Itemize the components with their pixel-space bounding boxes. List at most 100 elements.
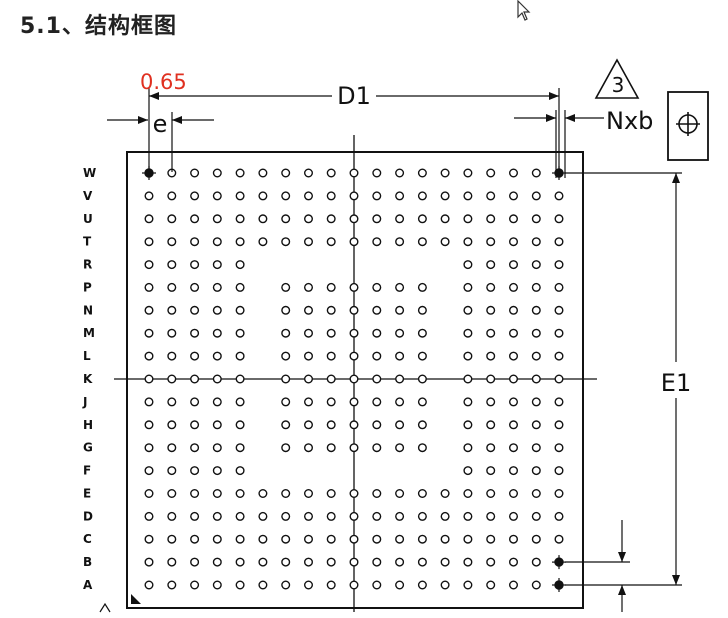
solder-ball-J13: [417, 397, 427, 407]
solder-ball-J15: [463, 397, 473, 407]
solder-ball-K3: [190, 374, 200, 384]
solder-ball-L18: [531, 351, 541, 361]
d1-label: D1: [337, 82, 371, 110]
solder-ball-P12: [395, 282, 405, 292]
solder-ball-U3: [190, 214, 200, 224]
solder-ball-F19: [554, 466, 564, 476]
row-label-R: R: [83, 258, 92, 272]
solder-ball-A1: [144, 580, 154, 590]
row-label-H: H: [83, 418, 93, 432]
solder-ball-A8: [304, 580, 314, 590]
solder-ball-P11: [372, 282, 382, 292]
solder-ball-H18: [531, 420, 541, 430]
solder-ball-U7: [281, 214, 291, 224]
solder-ball-A6: [258, 580, 268, 590]
row-label-T: T: [83, 235, 92, 249]
solder-ball-U18: [531, 214, 541, 224]
solder-ball-T9: [326, 237, 336, 247]
solder-ball-G9: [326, 443, 336, 453]
solder-ball-M13: [417, 328, 427, 338]
solder-ball-E19: [554, 489, 564, 499]
solder-ball-D14: [440, 511, 450, 521]
solder-ball-N10: [349, 305, 359, 315]
solder-ball-E1: [144, 489, 154, 499]
solder-ball-W11: [372, 168, 382, 178]
solder-ball-A12: [395, 580, 405, 590]
solder-ball-T14: [440, 237, 450, 247]
solder-ball-C1: [144, 534, 154, 544]
solder-ball-E2: [167, 489, 177, 499]
solder-ball-D1: [144, 511, 154, 521]
solder-ball-G4: [212, 443, 222, 453]
solder-ball-D3: [190, 511, 200, 521]
solder-ball-A4: [212, 580, 222, 590]
solder-ball-C10: [349, 534, 359, 544]
solder-ball-T7: [281, 237, 291, 247]
solder-ball-W17: [509, 168, 519, 178]
solder-ball-L17: [509, 351, 519, 361]
solder-ball-D4: [212, 511, 222, 521]
solder-ball-M1: [144, 328, 154, 338]
solder-ball-L19: [554, 351, 564, 361]
solder-ball-M8: [304, 328, 314, 338]
solder-ball-T16: [486, 237, 496, 247]
solder-ball-A9: [326, 580, 336, 590]
solder-ball-F1: [144, 466, 154, 476]
solder-ball-N12: [395, 305, 405, 315]
solder-ball-W7: [281, 168, 291, 178]
solder-ball-W15: [463, 168, 473, 178]
solder-ball-K12: [395, 374, 405, 384]
solder-ball-N9: [326, 305, 336, 315]
solder-ball-K1: [144, 374, 154, 384]
solder-ball-B12: [395, 557, 405, 567]
solder-ball-M17: [509, 328, 519, 338]
solder-ball-D2: [167, 511, 177, 521]
solder-ball-N17: [509, 305, 519, 315]
solder-ball-N7: [281, 305, 291, 315]
solder-ball-C15: [463, 534, 473, 544]
row-label-F: F: [83, 464, 91, 478]
solder-ball-K8: [304, 374, 314, 384]
solder-ball-J2: [167, 397, 177, 407]
solder-ball-P1: [144, 282, 154, 292]
solder-ball-T19: [554, 237, 564, 247]
solder-ball-C4: [212, 534, 222, 544]
solder-ball-K11: [372, 374, 382, 384]
solder-ball-G13: [417, 443, 427, 453]
solder-ball-T6: [258, 237, 268, 247]
solder-ball-U4: [212, 214, 222, 224]
solder-ball-L10: [349, 351, 359, 361]
solder-ball-A7: [281, 580, 291, 590]
solder-ball-P4: [212, 282, 222, 292]
solder-ball-M12: [395, 328, 405, 338]
solder-ball-E11: [372, 489, 382, 499]
solder-ball-V4: [212, 191, 222, 201]
solder-ball-M5: [235, 328, 245, 338]
solder-ball-W8: [304, 168, 314, 178]
solder-ball-L2: [167, 351, 177, 361]
solder-ball-W4: [212, 168, 222, 178]
solder-ball-N3: [190, 305, 200, 315]
solder-ball-T8: [304, 237, 314, 247]
row-label-N: N: [83, 303, 93, 317]
solder-ball-E9: [326, 489, 336, 499]
solder-ball-V2: [167, 191, 177, 201]
solder-ball-U1: [144, 214, 154, 224]
solder-ball-G16: [486, 443, 496, 453]
solder-ball-H9: [326, 420, 336, 430]
solder-ball-E13: [417, 489, 427, 499]
solder-ball-C16: [486, 534, 496, 544]
solder-ball-W16: [486, 168, 496, 178]
solder-ball-B17: [509, 557, 519, 567]
solder-ball-J4: [212, 397, 222, 407]
solder-ball-E16: [486, 489, 496, 499]
solder-ball-U8: [304, 214, 314, 224]
solder-ball-L11: [372, 351, 382, 361]
row-label-L: L: [83, 349, 91, 363]
solder-ball-B7: [281, 557, 291, 567]
solder-ball-H3: [190, 420, 200, 430]
solder-ball-A3: [190, 580, 200, 590]
solder-ball-J5: [235, 397, 245, 407]
solder-ball-G17: [509, 443, 519, 453]
solder-ball-A2: [167, 580, 177, 590]
